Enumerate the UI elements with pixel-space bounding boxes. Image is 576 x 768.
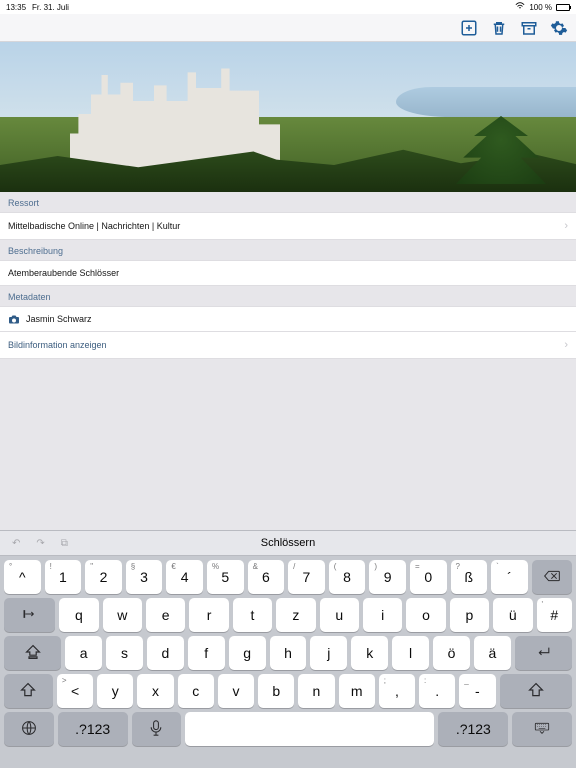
battery-icon <box>556 4 570 11</box>
section-ressort-title: Ressort <box>0 192 576 212</box>
hero-image <box>0 42 576 192</box>
key-v[interactable]: v <box>218 674 254 708</box>
key-z[interactable]: z <box>276 598 315 632</box>
status-bar: 13:35 Fr. 31. Juli 100 % <box>0 0 576 14</box>
ressort-value: Mittelbadische Online | Nachrichten | Ku… <box>8 221 180 231</box>
capslock-key[interactable] <box>4 636 61 670</box>
key-m[interactable]: m <box>339 674 375 708</box>
key-t[interactable]: t <box>233 598 272 632</box>
key-g[interactable]: g <box>229 636 266 670</box>
wifi-icon <box>515 2 525 12</box>
delete-button[interactable] <box>490 19 508 37</box>
backspace-key[interactable] <box>532 560 572 594</box>
key-k[interactable]: k <box>351 636 388 670</box>
camera-icon <box>8 314 20 324</box>
key--[interactable]: _- <box>459 674 495 708</box>
key-y[interactable]: y <box>97 674 133 708</box>
key-ü[interactable]: ü <box>493 598 532 632</box>
chevron-right-icon: › <box>564 339 568 351</box>
status-time: 13:35 <box>6 3 26 12</box>
metadaten-author: Jasmin Schwarz <box>26 314 92 324</box>
add-image-button[interactable] <box>460 19 478 37</box>
key-h[interactable]: h <box>270 636 307 670</box>
key-f[interactable]: f <box>188 636 225 670</box>
enter-key[interactable] <box>515 636 572 670</box>
key-5[interactable]: %5 <box>207 560 244 594</box>
key-6[interactable]: &6 <box>248 560 285 594</box>
key-b[interactable]: b <box>258 674 294 708</box>
key-9[interactable]: )9 <box>369 560 406 594</box>
key-.[interactable]: :. <box>419 674 455 708</box>
hide-keyboard-key[interactable] <box>512 712 572 746</box>
section-beschreibung-title: Beschreibung <box>0 240 576 260</box>
metadaten-author-row[interactable]: Jasmin Schwarz <box>0 306 576 332</box>
key-r[interactable]: r <box>189 598 228 632</box>
key-ä[interactable]: ä <box>474 636 511 670</box>
key-j[interactable]: j <box>310 636 347 670</box>
space-key[interactable] <box>185 712 434 746</box>
archive-button[interactable] <box>520 19 538 37</box>
keyboard: ↶ ↷ ⧉ Schlössern °^!1"2§3€4%5&6/7(8)9=0?… <box>0 530 576 768</box>
key-d[interactable]: d <box>147 636 184 670</box>
keyboard-suggestions-bar: ↶ ↷ ⧉ Schlössern <box>0 530 576 556</box>
key-o[interactable]: o <box>406 598 445 632</box>
status-date: Fr. 31. Juli <box>32 3 69 12</box>
key-e[interactable]: e <box>146 598 185 632</box>
mic-key[interactable] <box>132 712 182 746</box>
metadaten-info-row[interactable]: Bildinformation anzeigen › <box>0 332 576 359</box>
key-s[interactable]: s <box>106 636 143 670</box>
key-4[interactable]: €4 <box>166 560 203 594</box>
symbols-key-right[interactable]: .?123 <box>438 712 508 746</box>
beschreibung-value: Atemberaubende Schlösser <box>8 268 119 278</box>
section-metadaten-title: Metadaten <box>0 286 576 306</box>
key-ö[interactable]: ö <box>433 636 470 670</box>
key-1[interactable]: !1 <box>45 560 82 594</box>
key-w[interactable]: w <box>103 598 142 632</box>
keyboard-suggestion[interactable]: Schlössern <box>0 537 576 549</box>
beschreibung-row[interactable]: Atemberaubende Schlösser <box>0 260 576 286</box>
ressort-row[interactable]: Mittelbadische Online | Nachrichten | Ku… <box>0 212 576 240</box>
key-x[interactable]: x <box>137 674 173 708</box>
key-p[interactable]: p <box>450 598 489 632</box>
key-^[interactable]: °^ <box>4 560 41 594</box>
metadaten-info-link: Bildinformation anzeigen <box>8 340 107 350</box>
symbols-key-left[interactable]: .?123 <box>58 712 128 746</box>
key-i[interactable]: i <box>363 598 402 632</box>
key-a[interactable]: a <box>65 636 102 670</box>
shift-key-left[interactable] <box>4 674 53 708</box>
key-,[interactable]: ;, <box>379 674 415 708</box>
key-l[interactable]: l <box>392 636 429 670</box>
key-ß[interactable]: ?ß <box>451 560 488 594</box>
tab-key[interactable] <box>4 598 55 632</box>
key-3[interactable]: §3 <box>126 560 163 594</box>
key-u[interactable]: u <box>320 598 359 632</box>
key-hash[interactable]: '# <box>537 598 572 632</box>
key-n[interactable]: n <box>298 674 334 708</box>
chevron-right-icon: › <box>564 220 568 232</box>
battery-pct: 100 % <box>529 3 552 12</box>
toolbar <box>0 14 576 42</box>
key-´[interactable]: `´ <box>491 560 528 594</box>
key-c[interactable]: c <box>178 674 214 708</box>
settings-button[interactable] <box>550 19 568 37</box>
globe-key[interactable] <box>4 712 54 746</box>
key-7[interactable]: /7 <box>288 560 325 594</box>
key-8[interactable]: (8 <box>329 560 366 594</box>
key-0[interactable]: =0 <box>410 560 447 594</box>
shift-key-right[interactable] <box>500 674 572 708</box>
key-lt[interactable]: >< <box>57 674 93 708</box>
key-2[interactable]: "2 <box>85 560 122 594</box>
key-q[interactable]: q <box>59 598 98 632</box>
